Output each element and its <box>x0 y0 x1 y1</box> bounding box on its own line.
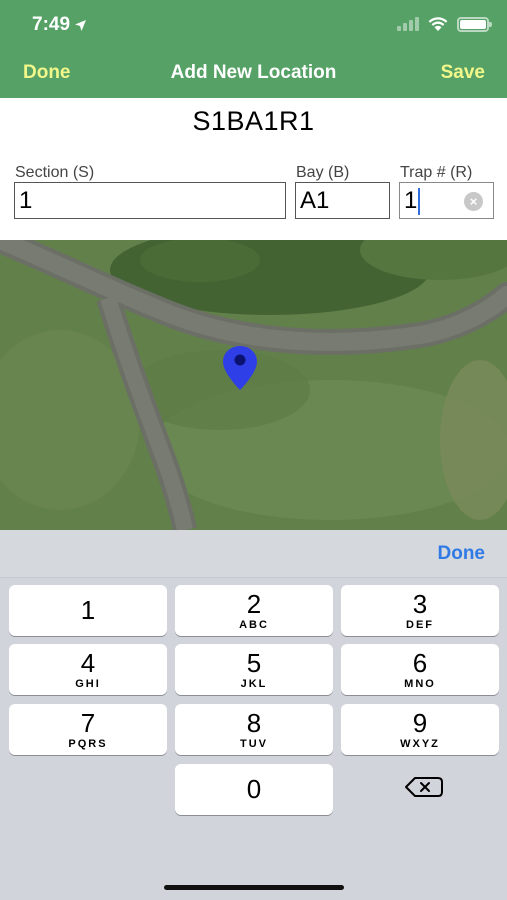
key-4-letters: GHI <box>75 678 101 690</box>
cellular-signal-icon <box>397 17 419 31</box>
text-caret <box>418 188 421 216</box>
key-8-letters: TUV <box>240 738 268 750</box>
keyboard-done-button[interactable]: Done <box>438 543 486 565</box>
key-3[interactable]: 3 DEF <box>341 585 499 636</box>
trap-field[interactable]: 1 × <box>399 182 494 219</box>
numeric-keyboard: Done 1 2 ABC 3 DEF 4 GHI 5 JKL 6 MNO 7 P… <box>0 530 507 900</box>
clear-circle-icon[interactable]: × <box>464 192 483 211</box>
battery-icon <box>457 16 492 32</box>
section-value: 1 <box>19 187 33 214</box>
key-6-number: 6 <box>412 648 428 678</box>
status-time: 7:49 <box>32 14 87 36</box>
bay-field[interactable]: A1 <box>295 182 390 219</box>
key-5-number: 5 <box>246 648 262 678</box>
app-header: 7:49 Done Add New Location Save <box>0 0 507 98</box>
status-time-text: 7:49 <box>32 14 71 35</box>
key-3-number: 3 <box>412 589 428 619</box>
section-field[interactable]: 1 <box>14 182 286 219</box>
section-label: Section (S) <box>15 164 95 181</box>
backspace-icon[interactable] <box>396 772 450 802</box>
key-9[interactable]: 9 WXYZ <box>341 704 499 755</box>
key-0-number: 0 <box>246 774 262 804</box>
key-5-letters: JKL <box>240 678 268 690</box>
key-8-number: 8 <box>246 708 262 738</box>
key-6[interactable]: 6 MNO <box>341 644 499 695</box>
satellite-map[interactable] <box>0 240 507 530</box>
key-4-number: 4 <box>80 648 96 678</box>
key-7-number: 7 <box>80 708 96 738</box>
trap-value: 1 <box>404 187 418 214</box>
location-code: S1BA1R1 <box>192 106 315 136</box>
key-7-letters: PQRS <box>68 738 108 750</box>
key-2[interactable]: 2 ABC <box>175 585 333 636</box>
key-5[interactable]: 5 JKL <box>175 644 333 695</box>
key-7[interactable]: 7 PQRS <box>9 704 167 755</box>
status-icons <box>397 16 492 32</box>
status-bar: 7:49 <box>0 0 507 50</box>
map-pin-icon[interactable] <box>221 344 259 392</box>
key-4[interactable]: 4 GHI <box>9 644 167 695</box>
trap-label: Trap # (R) <box>400 164 473 181</box>
key-0[interactable]: 0 <box>175 764 333 815</box>
page-title: Add New Location <box>170 62 337 83</box>
save-button[interactable]: Save <box>441 62 485 84</box>
key-1[interactable]: 1 <box>9 585 167 636</box>
keyboard-toolbar: Done <box>0 530 507 578</box>
bay-label: Bay (B) <box>296 164 350 181</box>
key-3-letters: DEF <box>406 619 434 631</box>
key-8[interactable]: 8 TUV <box>175 704 333 755</box>
wifi-icon <box>428 17 448 31</box>
nav-bar: Done Add New Location Save <box>0 56 507 92</box>
key-9-letters: WXYZ <box>400 738 440 750</box>
key-1-number: 1 <box>80 595 96 625</box>
key-2-letters: ABC <box>239 619 269 631</box>
home-indicator <box>164 885 344 890</box>
key-6-letters: MNO <box>404 678 436 690</box>
location-arrow-icon <box>75 19 87 31</box>
key-9-number: 9 <box>412 708 428 738</box>
key-2-number: 2 <box>246 589 262 619</box>
bay-value: A1 <box>300 187 330 214</box>
